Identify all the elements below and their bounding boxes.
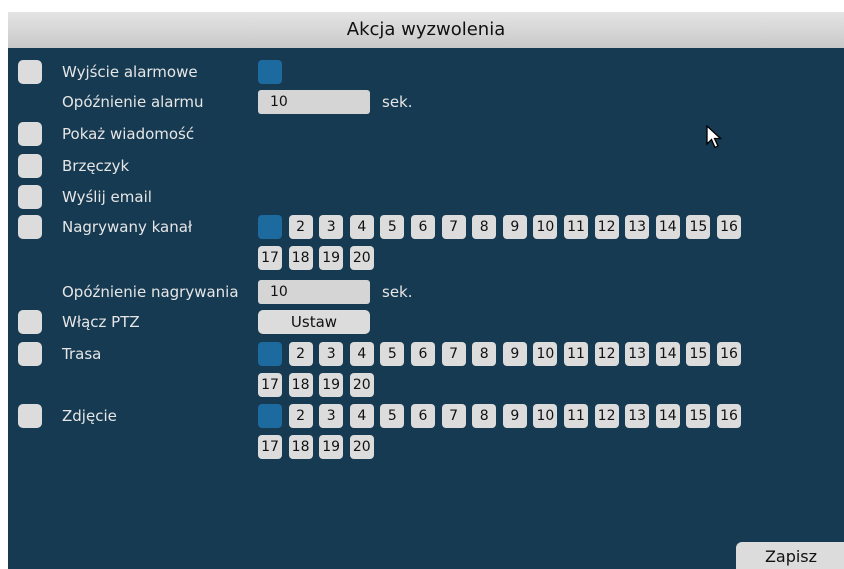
- send-email-row: Wyślij email: [8, 185, 844, 211]
- record-delay-input[interactable]: 10: [258, 280, 370, 304]
- record-channel-19-button[interactable]: 19: [319, 246, 344, 270]
- send-email-checkbox[interactable]: [18, 185, 42, 209]
- snapshot-channel-2-button[interactable]: 2: [288, 404, 313, 428]
- tour-channel-14-button[interactable]: 14: [655, 342, 680, 366]
- record-channel-8-button[interactable]: 8: [472, 215, 497, 239]
- record-channel-label: Nagrywany kanał: [62, 218, 193, 236]
- tour-channel-10-button[interactable]: 10: [533, 342, 558, 366]
- tour-channel-12-button[interactable]: 12: [594, 342, 619, 366]
- snapshot-channel-3-button[interactable]: 3: [319, 404, 344, 428]
- buzzer-row: Brzęczyk: [8, 154, 844, 180]
- snapshot-channel-11-button[interactable]: 11: [564, 404, 588, 428]
- record-channel-16-button[interactable]: 16: [717, 215, 741, 239]
- record-channel-20-button[interactable]: 20: [349, 246, 374, 270]
- snapshot-channel-4-button[interactable]: 4: [349, 404, 374, 428]
- mouse-pointer-icon: [706, 125, 723, 149]
- tour-channel-1-button[interactable]: 1: [258, 342, 282, 366]
- tour-checkbox[interactable]: [18, 342, 42, 366]
- alarm-output-label: Wyjście alarmowe: [62, 63, 198, 81]
- tour-channel-9-button[interactable]: 9: [502, 342, 527, 366]
- ptz-setup-button[interactable]: Ustaw: [258, 310, 370, 334]
- record-channel-18-button[interactable]: 18: [288, 246, 313, 270]
- tour-channel-5-button[interactable]: 5: [380, 342, 405, 366]
- record-channel-11-button[interactable]: 11: [564, 215, 588, 239]
- record-delay-label: Opóźnienie nagrywania: [62, 283, 239, 301]
- record-delay-unit: sek.: [382, 283, 413, 301]
- record-channel-10-button[interactable]: 10: [533, 215, 558, 239]
- snapshot-label: Zdjęcie: [62, 407, 117, 425]
- snapshot-channel-7-button[interactable]: 7: [441, 404, 466, 428]
- snapshot-channel-20-button[interactable]: 20: [349, 435, 374, 459]
- tour-channel-3-button[interactable]: 3: [319, 342, 344, 366]
- record-channel-3-button[interactable]: 3: [319, 215, 344, 239]
- buzzer-label: Brzęczyk: [62, 157, 130, 175]
- record-channel-9-button[interactable]: 9: [502, 215, 527, 239]
- tour-channel-6-button[interactable]: 6: [411, 342, 435, 366]
- record-channel-6-button[interactable]: 6: [411, 215, 435, 239]
- tour-channel-17-button[interactable]: 17: [258, 373, 282, 397]
- tour-label: Trasa: [62, 345, 102, 363]
- tour-channel-7-button[interactable]: 7: [441, 342, 466, 366]
- tour-channel-19-button[interactable]: 19: [319, 373, 344, 397]
- ptz-checkbox[interactable]: [18, 310, 42, 334]
- snapshot-channel-19-button[interactable]: 19: [319, 435, 344, 459]
- snapshot-channel-8-button[interactable]: 8: [472, 404, 497, 428]
- dialog-title: Akcja wyzwolenia: [8, 12, 844, 48]
- save-button[interactable]: Zapisz: [736, 542, 844, 569]
- snapshot-channel-15-button[interactable]: 15: [686, 404, 711, 428]
- ptz-label: Włącz PTZ: [62, 313, 140, 331]
- snapshot-channel-14-button[interactable]: 14: [655, 404, 680, 428]
- alarm-delay-row: Opóźnienie alarmu 10 sek.: [8, 90, 844, 116]
- snapshot-checkbox[interactable]: [18, 404, 42, 428]
- record-channel-14-button[interactable]: 14: [655, 215, 680, 239]
- show-message-checkbox[interactable]: [18, 122, 42, 146]
- show-message-label: Pokaż wiadomość: [62, 125, 195, 143]
- record-channel-4-button[interactable]: 4: [349, 215, 374, 239]
- snapshot-channel-12-button[interactable]: 12: [594, 404, 619, 428]
- tour-channel-8-button[interactable]: 8: [472, 342, 497, 366]
- snapshot-channel-17-button[interactable]: 17: [258, 435, 282, 459]
- snapshot-channel-9-button[interactable]: 9: [502, 404, 527, 428]
- tour-channel-15-button[interactable]: 15: [686, 342, 711, 366]
- record-channel-17-button[interactable]: 17: [258, 246, 282, 270]
- tour-channel-2-button[interactable]: 2: [288, 342, 313, 366]
- trigger-action-dialog: Akcja wyzwolenia Wyjście alarmowe 1 Opóź…: [8, 12, 844, 569]
- tour-channel-11-button[interactable]: 11: [564, 342, 588, 366]
- record-channel-checkbox[interactable]: [18, 215, 42, 239]
- tour-channel-13-button[interactable]: 13: [625, 342, 650, 366]
- record-channel-13-button[interactable]: 13: [625, 215, 650, 239]
- tour-channel-4-button[interactable]: 4: [349, 342, 374, 366]
- record-channel-15-button[interactable]: 15: [686, 215, 711, 239]
- alarm-delay-label: Opóźnienie alarmu: [62, 93, 204, 111]
- alarm-output-checkbox[interactable]: [18, 60, 42, 84]
- record-channel-1-button[interactable]: 1: [258, 215, 282, 239]
- send-email-label: Wyślij email: [62, 188, 152, 206]
- tour-channel-18-button[interactable]: 18: [288, 373, 313, 397]
- alarm-delay-input[interactable]: 10: [258, 90, 370, 114]
- snapshot-channel-18-button[interactable]: 18: [288, 435, 313, 459]
- snapshot-channel-1-button[interactable]: 1: [258, 404, 282, 428]
- record-channel-2-button[interactable]: 2: [288, 215, 313, 239]
- snapshot-channel-13-button[interactable]: 13: [625, 404, 650, 428]
- alarm-delay-unit: sek.: [382, 93, 413, 111]
- snapshot-channel-6-button[interactable]: 6: [411, 404, 435, 428]
- buzzer-checkbox[interactable]: [18, 154, 42, 178]
- record-channel-7-button[interactable]: 7: [441, 215, 466, 239]
- snapshot-channel-10-button[interactable]: 10: [533, 404, 558, 428]
- record-delay-row: Opóźnienie nagrywania 10 sek.: [8, 280, 844, 306]
- record-channel-12-button[interactable]: 12: [594, 215, 619, 239]
- snapshot-channel-16-button[interactable]: 16: [717, 404, 741, 428]
- record-channel-5-button[interactable]: 5: [380, 215, 405, 239]
- tour-channel-16-button[interactable]: 16: [717, 342, 741, 366]
- alarm-output-row: Wyjście alarmowe 1: [8, 60, 844, 86]
- alarm-output-1-button[interactable]: 1: [258, 60, 282, 84]
- snapshot-channel-5-button[interactable]: 5: [380, 404, 405, 428]
- ptz-row: Włącz PTZ Ustaw: [8, 310, 844, 336]
- tour-channel-20-button[interactable]: 20: [349, 373, 374, 397]
